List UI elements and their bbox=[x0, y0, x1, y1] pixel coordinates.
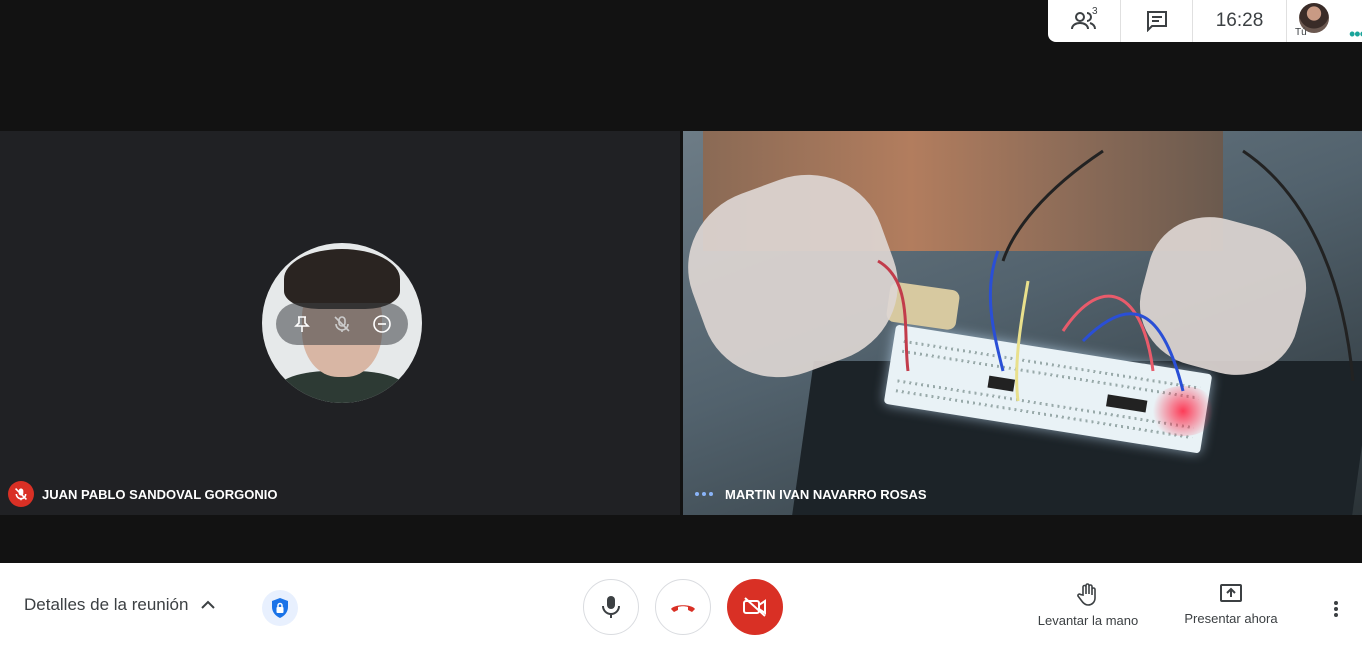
mic-off-icon bbox=[334, 316, 350, 332]
chat-icon bbox=[1146, 11, 1167, 32]
camera-off-icon bbox=[743, 597, 766, 617]
present-now-label: Presentar ahora bbox=[1184, 611, 1278, 626]
participant-tile-2[interactable]: MARTIN IVAN NAVARRO ROSAS bbox=[683, 131, 1362, 515]
microphone-button[interactable] bbox=[583, 579, 639, 635]
clock: 16:28 bbox=[1192, 0, 1286, 42]
shield-lock-icon bbox=[272, 598, 288, 618]
chat-button[interactable] bbox=[1120, 0, 1192, 42]
participant-name: MARTIN IVAN NAVARRO ROSAS bbox=[725, 486, 927, 502]
meeting-details-button[interactable]: Detalles de la reunión bbox=[24, 595, 216, 615]
present-screen-icon bbox=[1220, 584, 1242, 602]
pin-button[interactable] bbox=[288, 310, 316, 338]
wires bbox=[877, 149, 1355, 402]
participant-tile-1[interactable]: JUAN PABLO SANDOVAL GORGONIO bbox=[0, 131, 680, 515]
hand-icon bbox=[1077, 583, 1096, 606]
raise-hand-button[interactable]: Levantar la mano bbox=[1030, 583, 1146, 628]
participant-name-tag: MARTIN IVAN NAVARRO ROSAS bbox=[691, 481, 927, 507]
speaking-indicator-icon: ••• bbox=[1349, 24, 1362, 44]
speaking-indicator-icon bbox=[691, 481, 717, 507]
present-now-button[interactable]: Presentar ahora bbox=[1178, 583, 1284, 626]
more-vert-icon bbox=[1334, 601, 1338, 617]
participants-button[interactable]: 3 bbox=[1048, 0, 1120, 42]
self-label: Tú bbox=[1295, 27, 1307, 38]
security-button[interactable] bbox=[262, 590, 298, 626]
more-options-button[interactable] bbox=[1324, 597, 1348, 621]
participant-count: 3 bbox=[1092, 6, 1098, 17]
chevron-up-icon bbox=[201, 600, 216, 609]
participant-name: JUAN PABLO SANDOVAL GORGONIO bbox=[42, 486, 278, 502]
meeting-info-bar: 3 16:28 Tú ••• bbox=[1048, 0, 1362, 44]
meeting-details-label: Detalles de la reunión bbox=[24, 595, 189, 614]
raise-hand-label: Levantar la mano bbox=[1037, 613, 1139, 628]
camera-button[interactable] bbox=[727, 579, 783, 635]
tile-hover-controls bbox=[276, 303, 408, 345]
microphone-icon bbox=[602, 596, 620, 618]
hang-up-icon bbox=[671, 605, 695, 612]
pin-icon bbox=[294, 316, 310, 332]
remove-participant-button[interactable] bbox=[368, 310, 396, 338]
participant-name-tag: JUAN PABLO SANDOVAL GORGONIO bbox=[8, 481, 277, 507]
leave-call-button[interactable] bbox=[655, 579, 711, 635]
mic-off-icon bbox=[15, 488, 27, 501]
mute-participant-button[interactable] bbox=[328, 310, 356, 338]
self-view[interactable]: Tú ••• bbox=[1286, 0, 1362, 44]
muted-badge bbox=[8, 481, 34, 507]
call-controls-bar: Detalles de la reunión Levantar la mano … bbox=[0, 563, 1362, 649]
remove-icon bbox=[373, 315, 391, 333]
